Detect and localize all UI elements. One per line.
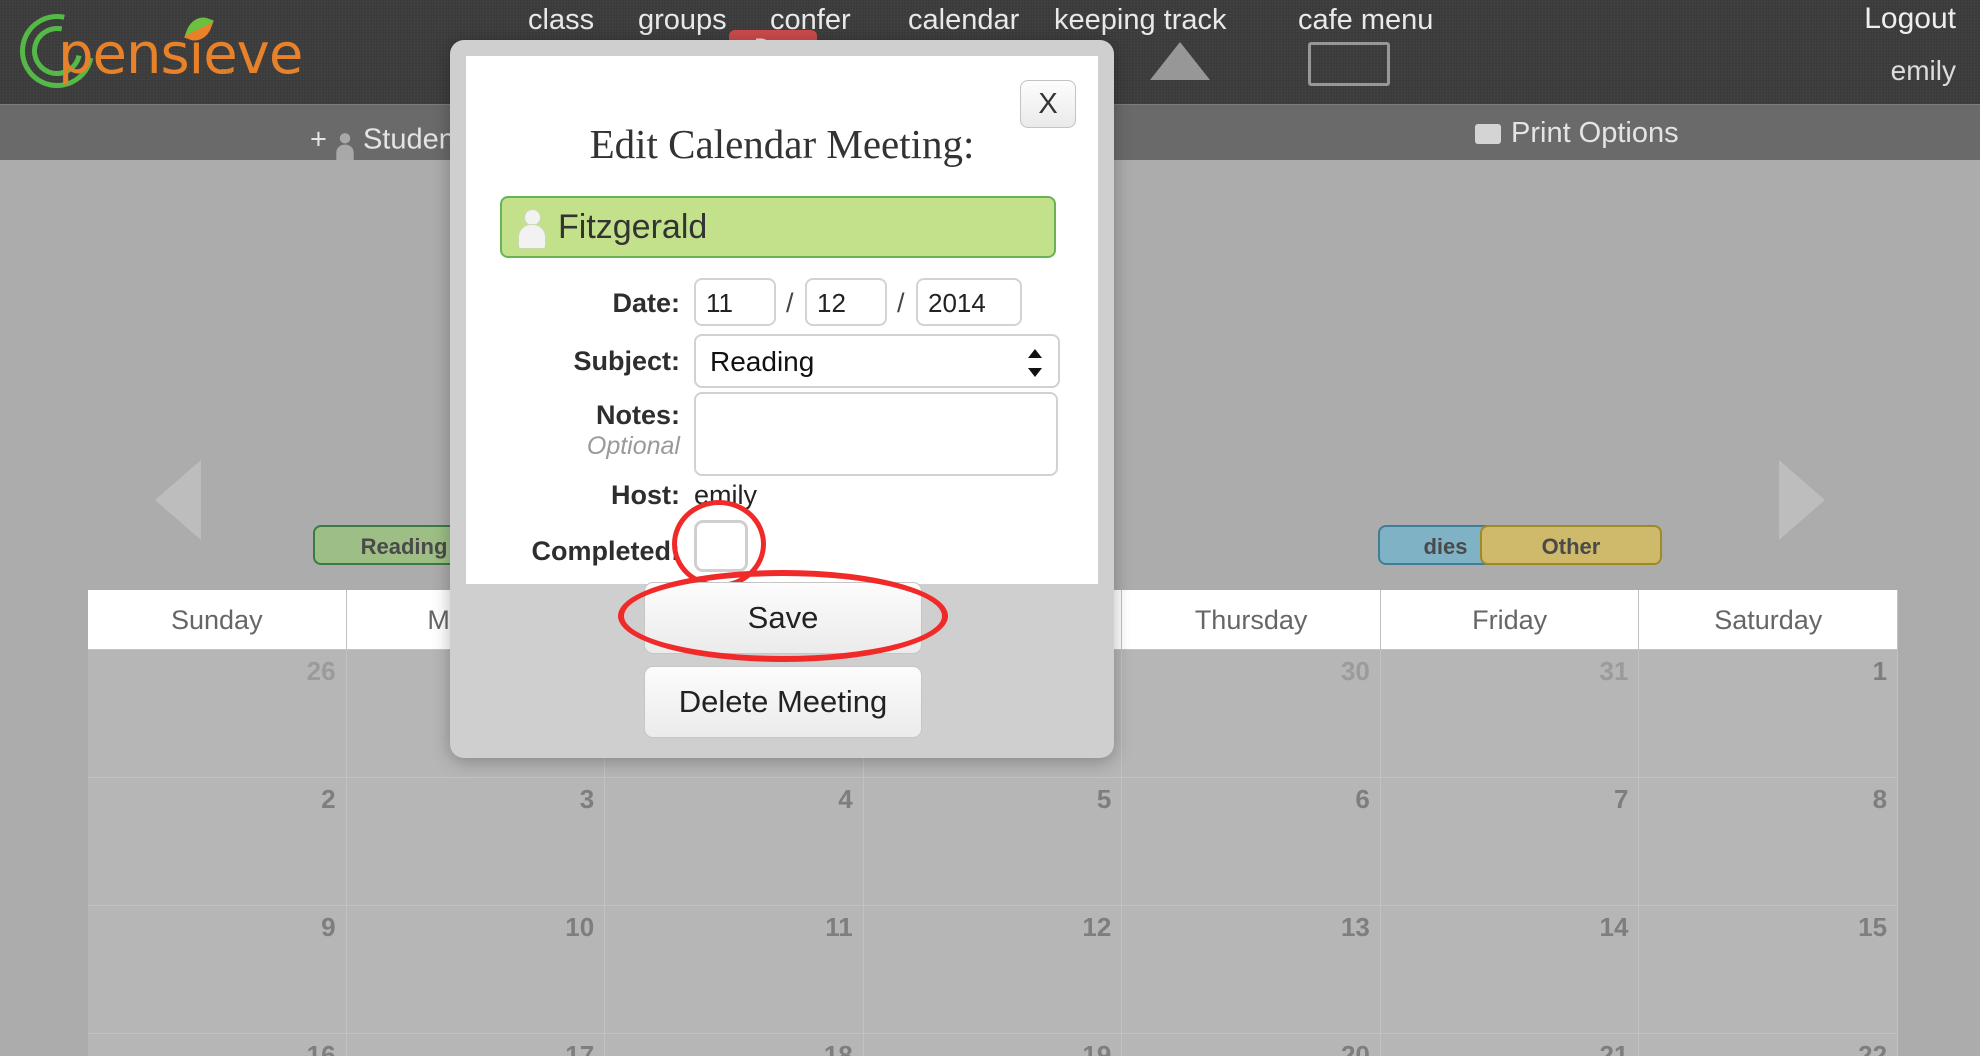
day-number: 14 [1599,912,1629,942]
calendar-day-cell[interactable]: 11 [605,906,864,1034]
nav-item-calendar[interactable]: calendar [908,4,1019,37]
screen: pensieve ™ class groups confer calendar … [0,0,1980,1056]
weekday-header: Sunday [88,590,347,650]
person-icon [334,133,355,163]
day-number: 12 [1082,912,1112,942]
host-label: Host: [611,480,680,510]
edit-meeting-modal: X Edit Calendar Meeting: Fitzgerald Date… [450,40,1114,758]
calendar-day-cell[interactable]: 8 [1639,778,1899,906]
day-number: 20 [1340,1040,1370,1056]
calendar-day-cell[interactable]: 21 [1380,1034,1640,1056]
day-number: 30 [1340,656,1370,686]
delete-meeting-button[interactable]: Delete Meeting [644,666,922,738]
date-separator: / [897,288,905,318]
day-number: 17 [565,1040,595,1056]
person-icon [517,209,546,249]
date-month-input[interactable]: 11 [694,278,776,326]
calendar-day-cell[interactable]: 16 [88,1034,347,1056]
date-day-input[interactable]: 12 [805,278,887,326]
current-username[interactable]: emily [1891,55,1956,87]
annotation-ellipse-save [618,570,948,662]
chart-icon [1150,42,1210,80]
date-label: Date: [612,288,680,318]
calendar-day-cell[interactable]: 6 [1122,778,1381,906]
day-number: 1 [1872,656,1888,686]
calendar-day-cell[interactable]: 20 [1122,1034,1381,1056]
calendar-day-cell[interactable]: 10 [346,906,606,1034]
calendar-day-cell[interactable]: 19 [863,1034,1123,1056]
calendar-day-cell[interactable]: 30 [1122,650,1381,778]
student-name-banner[interactable]: Fitzgerald [500,196,1056,258]
calendar-day-cell[interactable]: 14 [1380,906,1640,1034]
day-number: 8 [1872,784,1888,814]
day-number: 2 [321,784,336,814]
subject-tab-other[interactable]: Other [1480,525,1662,565]
calendar-day-cell[interactable]: 17 [346,1034,606,1056]
day-number: 4 [838,784,853,814]
calendar-week-row: 9 10 11 12 13 14 15 [88,906,1899,1034]
day-number: 10 [565,912,595,942]
add-student-label: Student [362,123,463,156]
day-number: 3 [579,784,595,814]
day-number: 15 [1858,912,1888,942]
nav-item-keeping-track[interactable]: keeping track [1054,4,1227,37]
day-number: 19 [1082,1040,1112,1056]
day-number: 9 [321,912,336,942]
weekday-header: Thursday [1122,590,1381,650]
day-number: 31 [1599,656,1629,686]
day-number: 18 [823,1040,853,1056]
completed-label: Completed: [531,536,681,566]
menu-grid-icon [1308,42,1390,86]
print-options-button[interactable]: Print Options [1475,117,1679,150]
calendar-day-cell[interactable]: 5 [863,778,1123,906]
logout-link[interactable]: Logout [1864,2,1956,36]
day-number: 5 [1096,784,1112,814]
day-number: 16 [306,1040,336,1056]
modal-title: Edit Calendar Meeting: [589,121,975,167]
day-number: 21 [1599,1040,1629,1056]
modal-body: X Edit Calendar Meeting: Fitzgerald Date… [466,56,1098,588]
student-name: Fitzgerald [558,208,708,246]
calendar-day-cell[interactable]: 26 [88,650,347,778]
subject-select[interactable]: Reading [694,334,1060,388]
notes-textarea[interactable] [694,392,1058,476]
logo-trademark: ™ [220,66,233,81]
notes-label: Notes: [595,400,680,430]
calendar-day-cell[interactable]: 15 [1639,906,1899,1034]
day-number: 6 [1355,784,1370,814]
date-separator: / [786,288,794,318]
day-number: 7 [1614,784,1629,814]
calendar-day-cell[interactable]: 18 [605,1034,864,1056]
subject-label: Subject: [573,346,680,376]
nav-item-class[interactable]: class [528,4,594,37]
add-student-prefix: + [310,123,327,156]
print-options-label: Print Options [1511,117,1679,149]
add-student-button[interactable]: + Student [310,117,463,165]
calendar-day-cell[interactable]: 1 [1639,650,1899,778]
calendar-day-cell[interactable]: 31 [1380,650,1640,778]
subject-selected-value: Reading [710,346,815,377]
calendar-day-cell[interactable]: 4 [605,778,864,906]
calendar-day-cell[interactable]: 2 [88,778,347,906]
nav-item-cafe-menu[interactable]: cafe menu [1298,4,1433,37]
notes-optional-label: Optional [586,432,680,460]
calendar-day-cell[interactable]: 7 [1380,778,1640,906]
printer-icon [1475,124,1501,145]
calendar-day-cell[interactable]: 12 [863,906,1123,1034]
weekday-header: Friday [1380,590,1640,650]
date-year-input[interactable]: 2014 [916,278,1022,326]
day-number: 26 [306,656,336,686]
weekday-header: Saturday [1639,590,1899,650]
calendar-day-cell[interactable]: 3 [346,778,606,906]
calendar-week-row: 16 17 18 19 20 21 22 [88,1034,1899,1056]
day-number: 13 [1340,912,1370,942]
day-number: 11 [825,912,853,942]
calendar-day-cell[interactable]: 9 [88,906,347,1034]
calendar-week-row: 2 3 4 5 6 7 8 [88,778,1899,906]
calendar-day-cell[interactable]: 13 [1122,906,1381,1034]
chevron-updown-icon [1028,349,1042,377]
calendar-day-cell[interactable]: 22 [1639,1034,1899,1056]
day-number: 22 [1858,1040,1888,1056]
nav-item-groups[interactable]: groups [638,4,727,37]
